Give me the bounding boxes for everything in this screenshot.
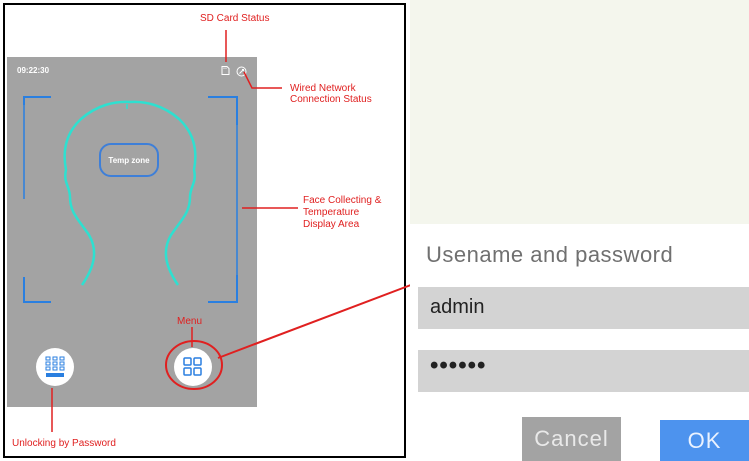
menu-to-dialog-arrow bbox=[217, 279, 425, 359]
display-area-label: Display Area bbox=[303, 219, 360, 230]
temperature-label: Temperature bbox=[303, 207, 360, 218]
dialog-title: Usename and password bbox=[426, 242, 674, 267]
login-dialog: Usename and password admin •••••• Cancel… bbox=[410, 224, 749, 461]
username-field[interactable]: admin bbox=[418, 287, 749, 329]
menu-highlight-circle bbox=[165, 340, 223, 390]
wired-network-label: Wired Network bbox=[290, 83, 356, 94]
sd-card-status-label: SD Card Status bbox=[200, 13, 270, 24]
password-field[interactable]: •••••• bbox=[418, 350, 749, 392]
cancel-button[interactable]: Cancel bbox=[522, 417, 621, 461]
connection-status-label: Connection Status bbox=[290, 94, 372, 105]
unlocking-by-password-label: Unlocking by Password bbox=[12, 438, 116, 449]
username-value: admin bbox=[430, 296, 485, 318]
password-value: •••••• bbox=[430, 352, 487, 379]
network-pointer bbox=[243, 71, 282, 89]
menu-label: Menu bbox=[177, 316, 203, 327]
face-collecting-label: Face Collecting & bbox=[303, 195, 382, 206]
ok-button[interactable]: OK bbox=[660, 420, 749, 461]
